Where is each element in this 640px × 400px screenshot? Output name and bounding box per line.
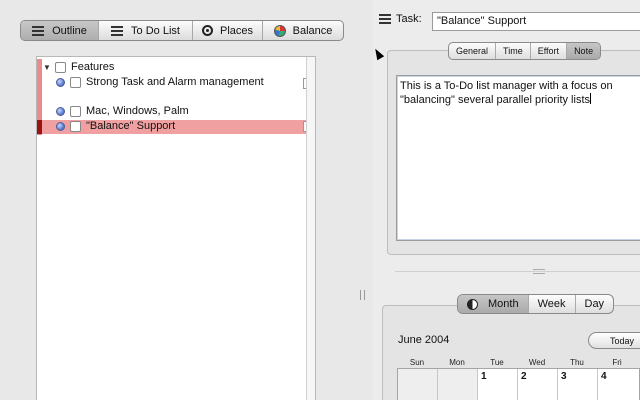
- calendar-grid: 1 2 3 4: [397, 368, 640, 400]
- inspector-tabs: General Time Effort Note: [448, 42, 602, 60]
- panel-divider: [395, 271, 640, 272]
- status-bullet-icon: [56, 107, 65, 116]
- text-caret: [590, 93, 592, 104]
- calendar-day-cell[interactable]: [398, 369, 438, 400]
- outline-row-text: Features: [71, 61, 115, 73]
- tab-outline-label: Outline: [52, 24, 87, 37]
- tab-places[interactable]: Places: [193, 21, 263, 40]
- day-number: 3: [561, 371, 567, 382]
- outline-row[interactable]: ▼ Features: [42, 61, 315, 74]
- task-label: Task:: [396, 13, 422, 25]
- calendar-view-month-label: Month: [488, 298, 519, 310]
- task-title-field[interactable]: "Balance" Support: [432, 12, 640, 31]
- status-bullet-icon: [56, 122, 65, 131]
- todo-list-icon: [111, 25, 124, 36]
- day-number: 1: [481, 371, 487, 382]
- weekday-label: Tue: [490, 358, 504, 367]
- row-checkbox[interactable]: [70, 77, 81, 88]
- calendar-day-cell[interactable]: [438, 369, 478, 400]
- calendar-month-title: June 2004: [398, 334, 450, 346]
- tab-effort[interactable]: Effort: [531, 43, 568, 59]
- day-number: 4: [601, 371, 607, 382]
- today-button[interactable]: Today: [588, 332, 640, 349]
- calendar-view-day[interactable]: Day: [576, 295, 614, 313]
- outline-row-text: Strong Task and Alarm management: [86, 76, 264, 88]
- calendar-view-month[interactable]: Month: [458, 295, 529, 313]
- day-number: 2: [521, 371, 527, 382]
- splitter-grip[interactable]: [360, 290, 365, 300]
- weekday-label: Mon: [449, 358, 465, 367]
- status-bullet-icon: [56, 78, 65, 87]
- places-target-icon: [201, 25, 213, 36]
- note-page-icon[interactable]: [303, 78, 312, 89]
- tab-note[interactable]: Note: [567, 43, 601, 59]
- moon-phase-icon: [467, 298, 478, 310]
- divider-grip[interactable]: [533, 269, 545, 274]
- weekday-label: Sun: [409, 358, 425, 367]
- calendar-day-cell[interactable]: 3: [558, 369, 598, 400]
- tab-todo-list[interactable]: To Do List: [99, 21, 193, 40]
- tab-todo-list-label: To Do List: [131, 24, 180, 37]
- outline-list-icon: [32, 25, 45, 36]
- outline-row[interactable]: Strong Task and Alarm management: [42, 76, 315, 89]
- tab-balance[interactable]: Balance: [263, 21, 343, 40]
- note-text: This is a To-Do list manager with a focu…: [400, 80, 613, 106]
- task-list-icon: [379, 14, 391, 24]
- row-checkbox[interactable]: [70, 106, 81, 117]
- calendar-day-cell[interactable]: 2: [518, 369, 558, 400]
- note-text-area[interactable]: This is a To-Do list manager with a focu…: [396, 75, 640, 241]
- outline-row-selected[interactable]: "Balance" Support: [37, 120, 315, 134]
- weekday-label: Wed: [528, 358, 546, 367]
- outline-view[interactable]: ▼ Features Strong Task and Alarm managem…: [36, 56, 316, 400]
- outline-row-text: "Balance" Support: [86, 120, 176, 132]
- tab-outline[interactable]: Outline: [21, 21, 99, 40]
- weekday-label: Fri: [612, 358, 622, 367]
- pane-splitter[interactable]: [352, 0, 373, 400]
- calendar-view-week[interactable]: Week: [529, 295, 576, 313]
- view-switcher: Outline To Do List Places Balance: [20, 20, 344, 41]
- disclosure-triangle-icon[interactable]: ▼: [43, 61, 51, 74]
- tab-balance-label: Balance: [292, 24, 333, 37]
- tab-time[interactable]: Time: [496, 43, 531, 59]
- row-checkbox[interactable]: [70, 121, 81, 132]
- task-header: Task:: [379, 13, 426, 25]
- tab-places-label: Places: [219, 24, 254, 37]
- outline-row-text: Mac, Windows, Palm: [86, 105, 189, 117]
- left-pane: Outline To Do List Places Balance ▼ Feat…: [0, 0, 352, 400]
- note-page-icon[interactable]: [303, 121, 312, 132]
- calendar-view-switcher: Month Week Day: [457, 294, 615, 314]
- balance-pie-icon: [273, 24, 286, 37]
- tab-general[interactable]: General: [449, 43, 497, 59]
- row-checkbox[interactable]: [55, 62, 66, 73]
- outline-row[interactable]: Mac, Windows, Palm: [42, 105, 315, 118]
- weekday-label: Thu: [570, 358, 584, 367]
- calendar-day-cell[interactable]: 4: [598, 369, 638, 400]
- calendar-day-cell[interactable]: 1: [478, 369, 518, 400]
